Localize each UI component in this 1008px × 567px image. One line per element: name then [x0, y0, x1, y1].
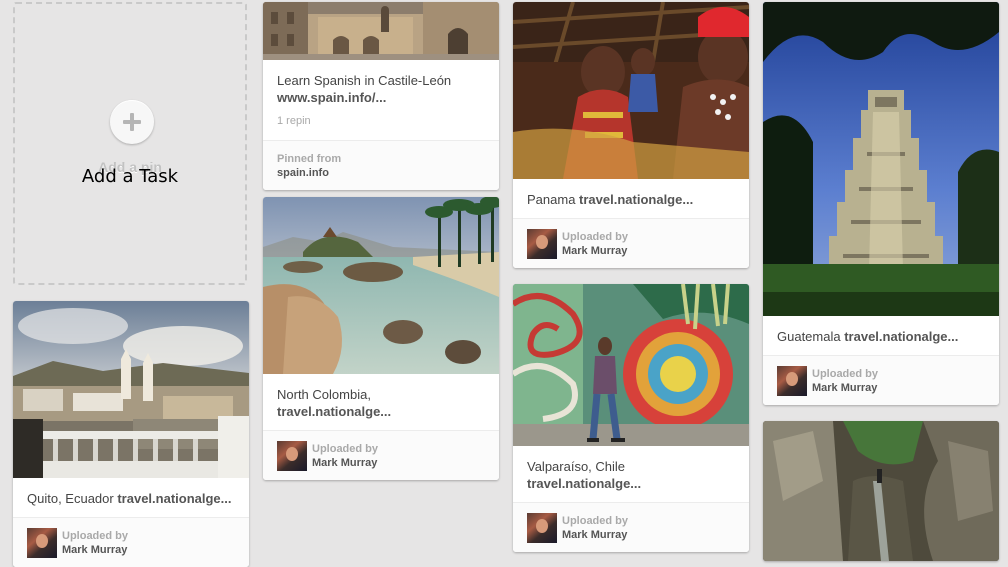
pin-link[interactable]: travel.nationalge...: [527, 476, 641, 491]
pin-title: North Colombia,: [277, 387, 371, 402]
pinned-from-label: Pinned from: [277, 153, 342, 165]
pin-card-panama[interactable]: Panama travel.nationalge... Uploaded by …: [513, 2, 749, 268]
user-name-link[interactable]: Mark Murray: [62, 544, 127, 556]
pin-description: Quito, Ecuador travel.nationalge...: [13, 478, 249, 517]
plus-icon: [123, 113, 141, 131]
pin-image-quito[interactable]: [13, 301, 249, 478]
uploaded-by-label: Uploaded by: [62, 530, 129, 542]
uploaded-by-label: Uploaded by: [562, 231, 629, 243]
pin-description: North Colombia, travel.nationalge...: [263, 374, 499, 430]
user-name-link[interactable]: Mark Murray: [562, 245, 627, 257]
pin-image-panama[interactable]: [513, 2, 749, 179]
avatar[interactable]: [277, 441, 307, 471]
pin-image-spain[interactable]: [263, 2, 499, 60]
pin-image-valparaiso[interactable]: [513, 284, 749, 446]
pin-image-guatemala[interactable]: [763, 2, 999, 316]
pin-image-waterfall[interactable]: [763, 421, 999, 561]
avatar[interactable]: [527, 229, 557, 259]
user-name-link[interactable]: Mark Murray: [812, 382, 877, 394]
repin-count[interactable]: 1 repin: [277, 113, 485, 130]
user-name-link[interactable]: Mark Murray: [312, 457, 377, 469]
pin-link[interactable]: travel.nationalge...: [117, 491, 231, 506]
pin-image-colombia[interactable]: [263, 197, 499, 374]
pin-title: Learn Spanish in Castile-León: [277, 73, 452, 88]
pin-title: Valparaíso, Chile: [527, 459, 626, 474]
pin-description: Valparaíso, Chile travel.nationalge...: [513, 446, 749, 502]
avatar[interactable]: [777, 366, 807, 396]
add-pin-card[interactable]: Add a pin Add a Task: [13, 2, 247, 285]
avatar[interactable]: [27, 528, 57, 558]
uploaded-by-label: Uploaded by: [312, 443, 379, 455]
pin-card-waterfall[interactable]: [763, 421, 999, 561]
avatar[interactable]: [527, 513, 557, 543]
pin-title: Quito, Ecuador: [27, 491, 114, 506]
pin-attribution: Uploaded by Mark Murray: [763, 355, 999, 405]
pin-attribution: Uploaded by Mark Murray: [263, 430, 499, 480]
pin-card-quito[interactable]: Quito, Ecuador travel.nationalge... Uplo…: [13, 301, 249, 567]
pin-attribution: Uploaded by Mark Murray: [513, 218, 749, 268]
pin-link[interactable]: travel.nationalge...: [844, 329, 958, 344]
pin-attribution: Uploaded by Mark Murray: [13, 517, 249, 567]
pin-card-valparaiso[interactable]: Valparaíso, Chile travel.nationalge... U…: [513, 284, 749, 552]
source-link[interactable]: spain.info: [277, 167, 329, 179]
pin-attribution: Uploaded by Mark Murray: [513, 502, 749, 552]
pin-title: Panama: [527, 192, 576, 207]
add-pin-button[interactable]: [110, 100, 154, 144]
pin-link[interactable]: travel.nationalge...: [579, 192, 693, 207]
pin-card-guatemala[interactable]: Guatemala travel.nationalge... Uploaded …: [763, 2, 999, 405]
pin-attribution: Pinned from spain.info: [263, 140, 499, 190]
pin-link[interactable]: www.spain.info/...: [277, 90, 386, 105]
add-task-label: Add a Task: [81, 166, 179, 187]
pin-description: Guatemala travel.nationalge...: [763, 316, 999, 355]
pin-link[interactable]: travel.nationalge...: [277, 404, 391, 419]
pin-title: Guatemala: [777, 329, 841, 344]
pin-description: Learn Spanish in Castile-León www.spain.…: [263, 60, 499, 140]
user-name-link[interactable]: Mark Murray: [562, 529, 627, 541]
uploaded-by-label: Uploaded by: [562, 515, 629, 527]
uploaded-by-label: Uploaded by: [812, 368, 879, 380]
pin-card-spain[interactable]: Learn Spanish in Castile-León www.spain.…: [263, 2, 499, 190]
pin-card-colombia[interactable]: North Colombia, travel.nationalge... Upl…: [263, 197, 499, 480]
pin-description: Panama travel.nationalge...: [513, 179, 749, 218]
